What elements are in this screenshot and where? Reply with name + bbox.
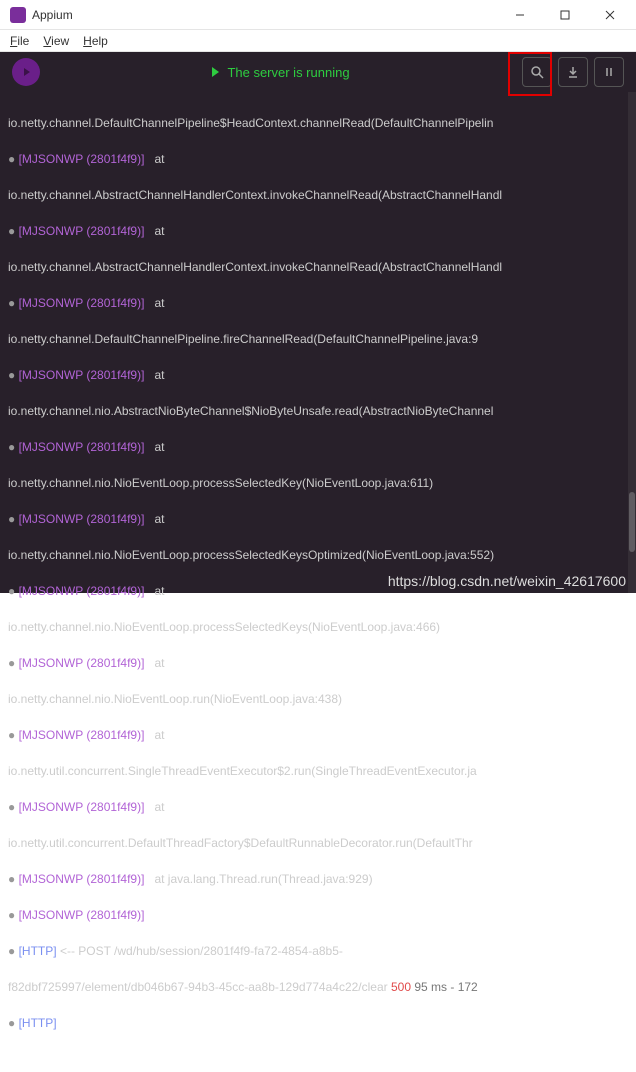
close-button[interactable] (587, 1, 632, 29)
search-button[interactable] (522, 57, 552, 87)
status-text: The server is running (227, 65, 349, 80)
app-icon (10, 7, 26, 23)
scroll-thumb[interactable] (629, 492, 635, 552)
maximize-button[interactable] (542, 1, 587, 29)
menu-help[interactable]: Help (77, 32, 114, 50)
download-button[interactable] (558, 57, 588, 87)
menu-view[interactable]: View (37, 32, 75, 50)
titlebar: Appium (0, 0, 636, 30)
play-icon (212, 67, 219, 77)
pause-button[interactable] (594, 57, 624, 87)
menubar: File View Help (0, 30, 636, 52)
minimize-button[interactable] (497, 1, 542, 29)
content-area: The server is running io.netty.channel.D… (0, 52, 636, 593)
start-server-button[interactable] (12, 58, 40, 86)
app-toolbar: The server is running (0, 52, 636, 92)
scrollbar[interactable] (628, 92, 636, 593)
watermark-text: https://blog.csdn.net/weixin_42617600 (388, 573, 626, 589)
server-status: The server is running (40, 65, 522, 80)
window-title: Appium (32, 8, 497, 22)
menu-file[interactable]: File (4, 32, 35, 50)
